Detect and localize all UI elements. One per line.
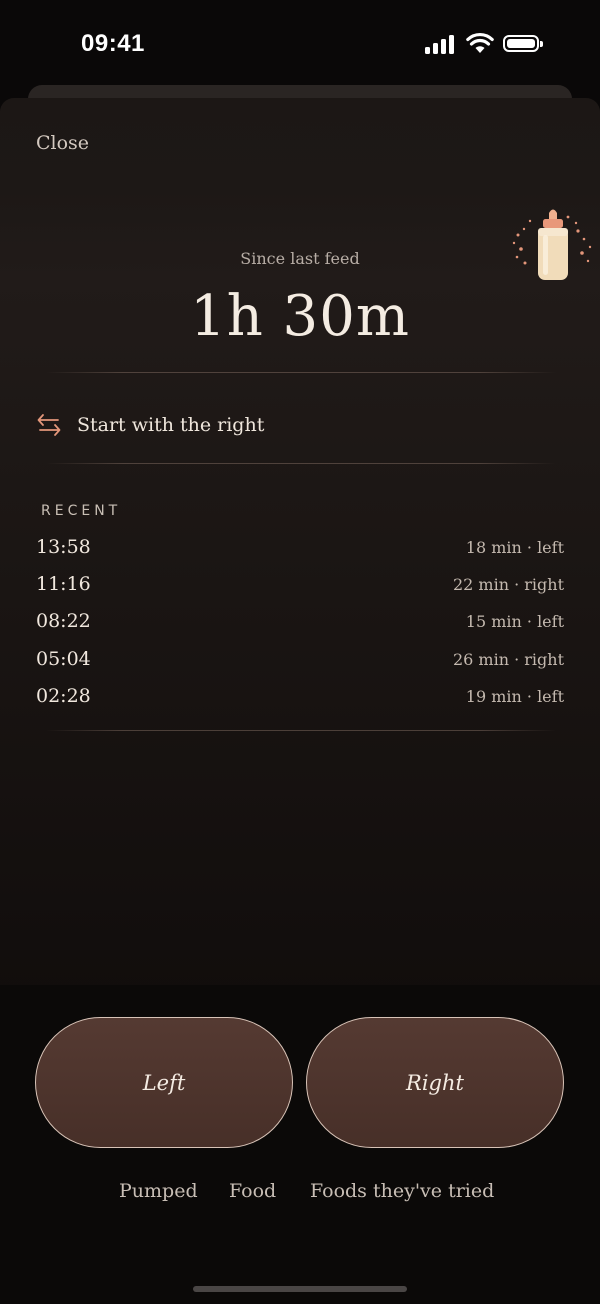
recent-feed-row[interactable]: 02:28 19 min · left bbox=[36, 685, 564, 715]
suggestion-text: Start with the right bbox=[77, 414, 265, 436]
feed-time: 02:28 bbox=[36, 685, 91, 707]
recent-feed-row[interactable]: 05:04 26 min · right bbox=[36, 648, 564, 678]
right-side-button[interactable]: Right bbox=[306, 1017, 564, 1148]
since-last-feed-caption: Since last feed bbox=[240, 249, 360, 268]
feed-time: 11:16 bbox=[36, 573, 91, 595]
feed-detail: 15 min · left bbox=[465, 612, 564, 631]
feed-time: 05:04 bbox=[36, 648, 91, 670]
battery-icon bbox=[503, 35, 543, 52]
divider bbox=[46, 372, 556, 373]
feed-detail: 19 min · left bbox=[465, 687, 564, 706]
feed-detail: 22 min · right bbox=[452, 575, 564, 594]
left-side-button[interactable]: Left bbox=[35, 1017, 293, 1148]
feed-detail: 18 min · left bbox=[465, 538, 564, 557]
feed-time: 13:58 bbox=[36, 536, 91, 558]
close-button[interactable]: Close bbox=[36, 132, 89, 154]
recent-feed-row[interactable]: 11:16 22 min · right bbox=[36, 573, 564, 603]
food-link[interactable]: Food bbox=[229, 1180, 276, 1202]
secondary-links: Pumped Food Foods they've tried bbox=[0, 1180, 600, 1210]
baby-bottle-icon bbox=[512, 209, 592, 280]
wifi-icon bbox=[466, 32, 494, 53]
feed-detail: 26 min · right bbox=[452, 650, 564, 669]
status-time: 09:41 bbox=[81, 30, 145, 57]
cellular-signal-icon bbox=[425, 34, 457, 54]
recent-heading: RECENT bbox=[41, 503, 122, 519]
divider bbox=[46, 730, 556, 731]
recent-feed-row[interactable]: 13:58 18 min · left bbox=[36, 536, 564, 566]
home-indicator[interactable] bbox=[193, 1286, 407, 1292]
elapsed-time: 1h 30m bbox=[190, 284, 410, 349]
feed-time: 08:22 bbox=[36, 610, 91, 632]
swap-arrows-icon bbox=[37, 414, 61, 436]
start-side-suggestion[interactable]: Start with the right bbox=[36, 410, 436, 444]
status-bar: 09:41 bbox=[0, 0, 600, 90]
recent-feed-row[interactable]: 08:22 15 min · left bbox=[36, 610, 564, 640]
divider bbox=[46, 463, 556, 464]
pumped-link[interactable]: Pumped bbox=[119, 1180, 198, 1202]
foods-tried-link[interactable]: Foods they've tried bbox=[310, 1180, 494, 1202]
